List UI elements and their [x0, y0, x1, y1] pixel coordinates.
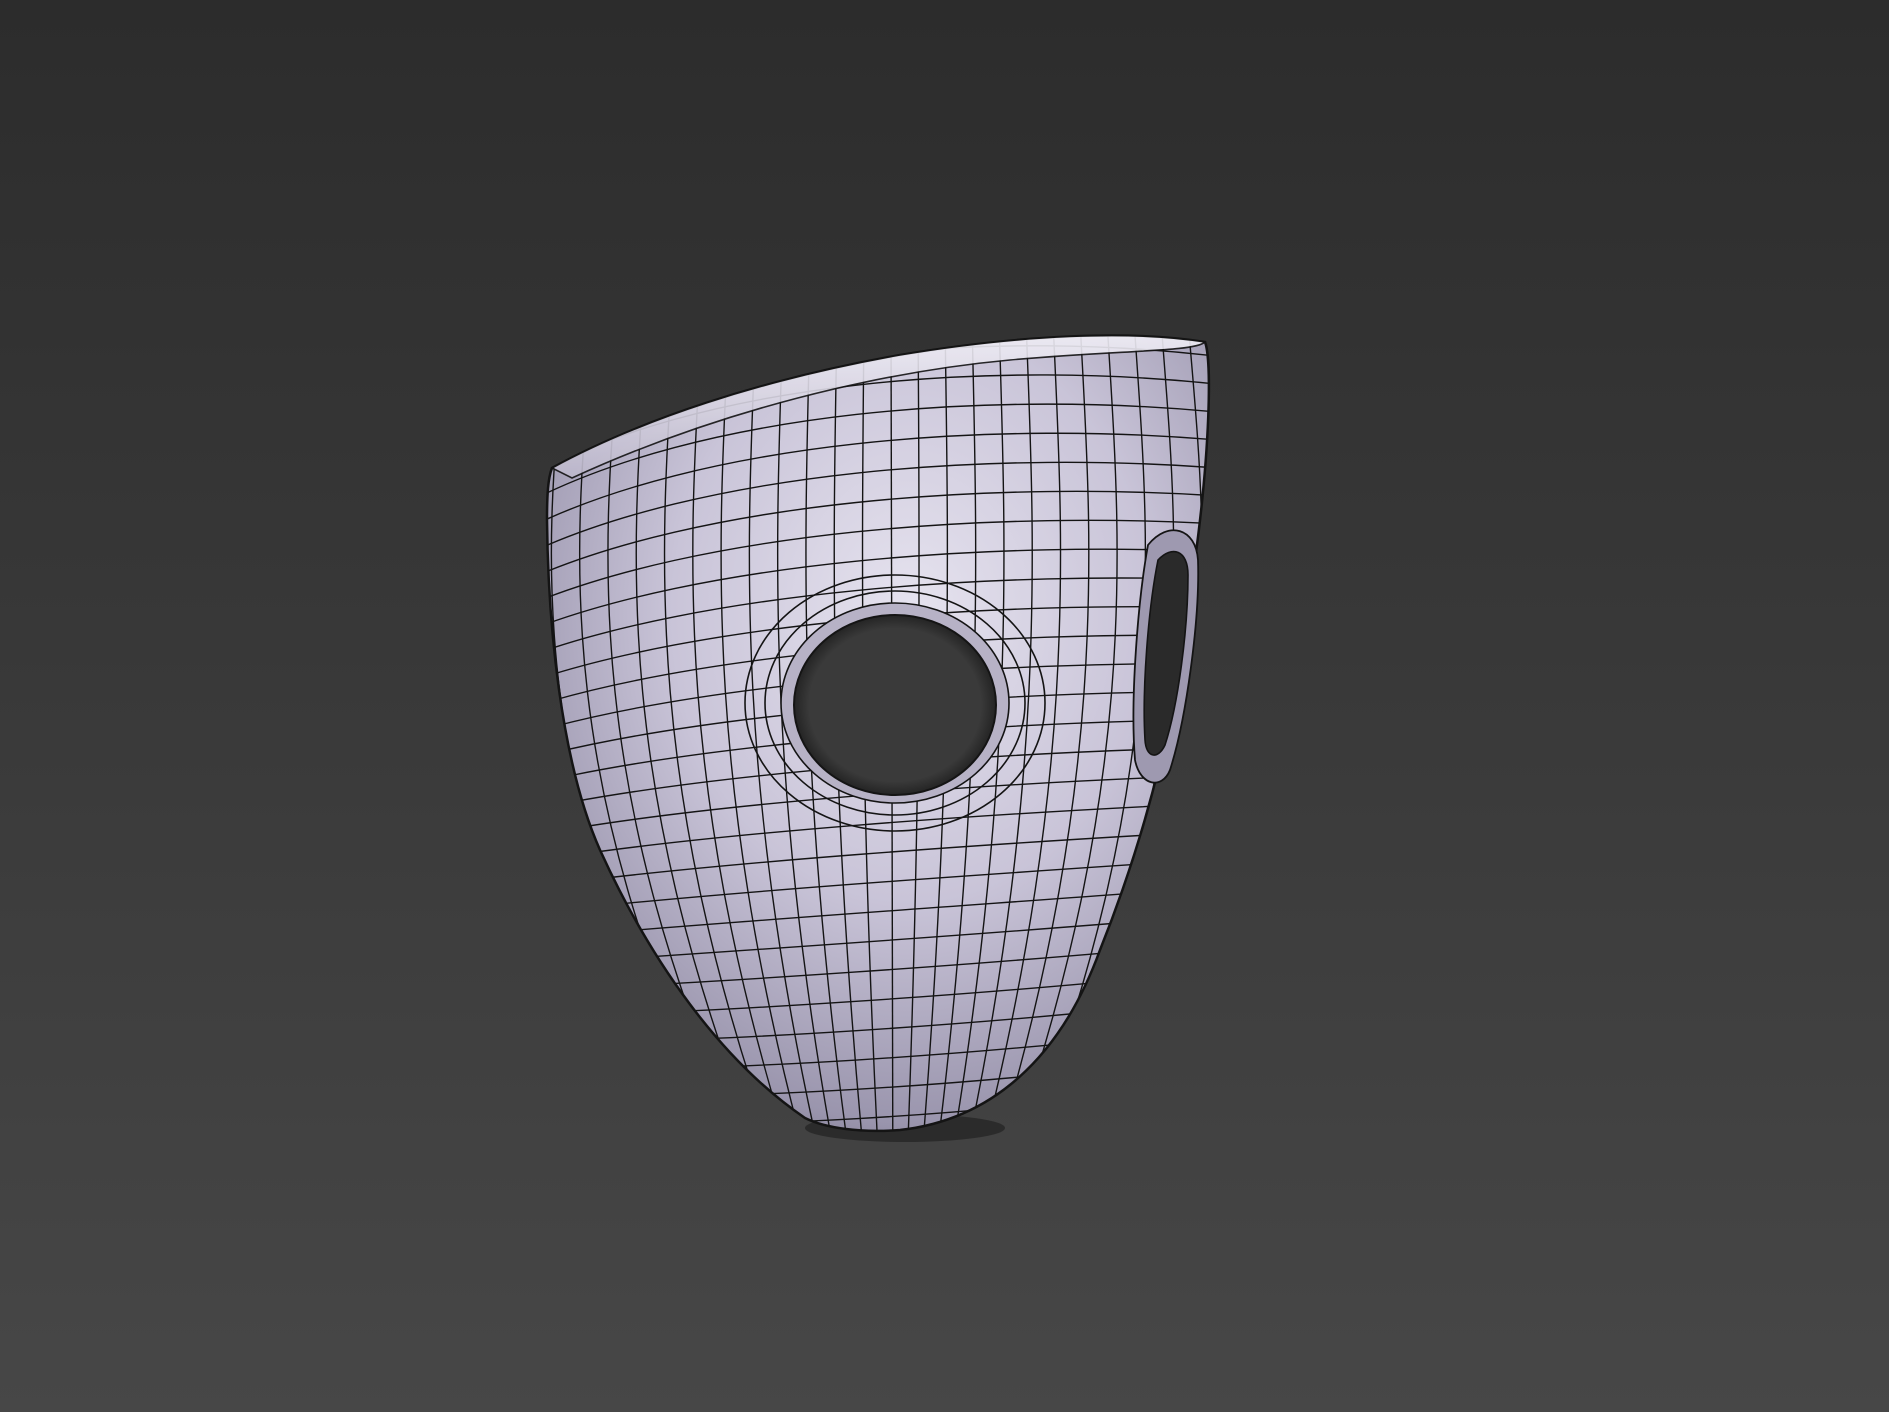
wire-edge-horizontal — [520, 1136, 1230, 1181]
3d-viewport[interactable] — [0, 0, 1889, 1412]
viewport-scene — [520, 317, 1230, 1182]
mesh-object[interactable] — [520, 317, 1230, 1182]
front-hole — [793, 614, 997, 796]
